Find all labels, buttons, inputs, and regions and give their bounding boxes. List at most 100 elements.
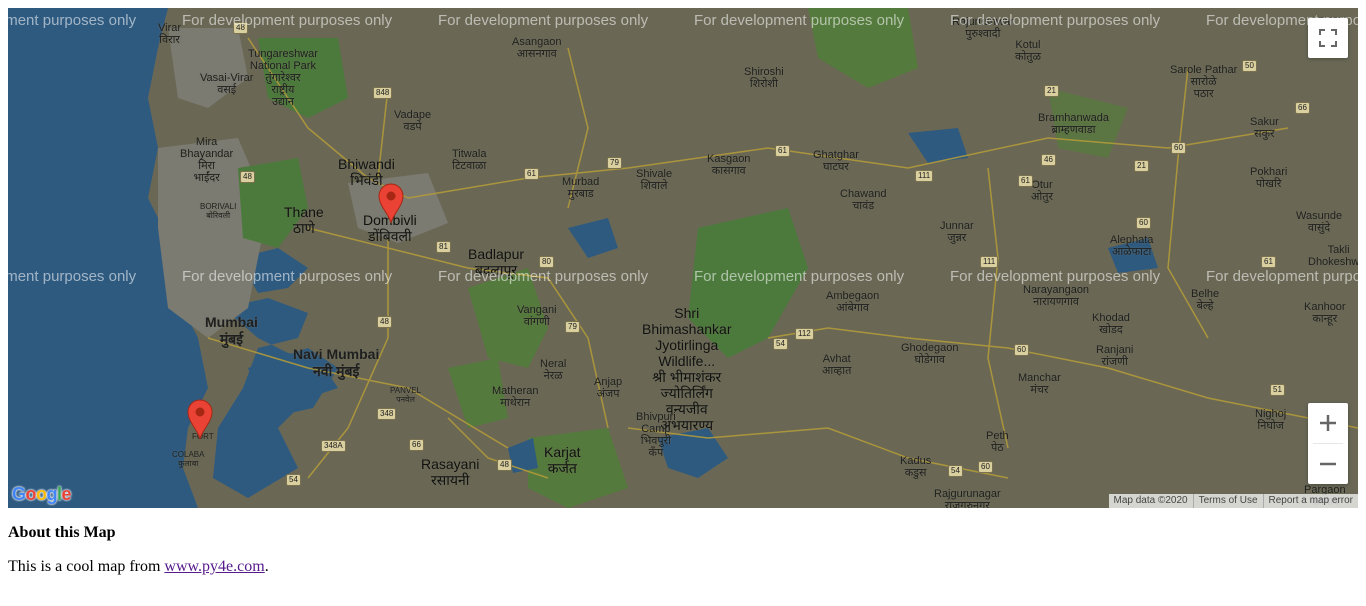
road-shield: 48 — [240, 171, 255, 183]
place-label: Ranjani रांजणी — [1096, 344, 1134, 368]
road-shield: 80 — [539, 256, 554, 268]
road-shield: 54 — [773, 338, 788, 350]
development-watermark: For development purposes only — [8, 12, 137, 29]
road-shield: 60 — [978, 461, 993, 473]
place-label: Anjap अंजप — [594, 376, 623, 400]
place-label: Vadape वडपे — [394, 109, 432, 133]
map-marker-fort[interactable] — [186, 398, 214, 440]
place-label: Matheran माथेरान — [492, 385, 539, 409]
place-label: Ambegaon आंबेगाव — [826, 290, 880, 314]
road-shield: 61 — [775, 145, 790, 157]
place-label: Chawand चावंड — [840, 188, 887, 212]
development-watermark: For development purposes only — [182, 12, 393, 29]
about-heading: About this Map — [8, 524, 116, 541]
road-shield: 61 — [524, 168, 539, 180]
fullscreen-button[interactable] — [1308, 18, 1348, 58]
road-shield: 111 — [980, 256, 999, 268]
place-label: Sarole Pathar सारोळे पठार — [1170, 64, 1238, 100]
map-data-label: Map data ©2020 — [1113, 495, 1188, 506]
plus-icon — [1320, 415, 1336, 431]
road-shield: 848 — [373, 87, 393, 99]
about-text-before: This is a cool map from — [8, 558, 165, 575]
fullscreen-icon — [1319, 29, 1337, 47]
development-watermark: For development purposes only — [694, 12, 905, 29]
place-label: Avhat आव्हात — [822, 353, 852, 377]
report-error-link[interactable]: Report a map error — [1262, 494, 1358, 508]
place-label: Otur ओतुर — [1031, 179, 1054, 203]
place-label: Mumbai मुंबई — [205, 314, 258, 347]
place-label: Kasgaon कासगाव — [707, 153, 751, 177]
road-shield: 61 — [1261, 256, 1276, 268]
road-shield: 79 — [607, 157, 622, 169]
place-label: Shiroshi शिरोशी — [744, 66, 784, 90]
development-watermark: For development purposes only — [1206, 268, 1358, 285]
place-label: Khodad खोडद — [1092, 312, 1130, 336]
zoom-control — [1308, 403, 1348, 484]
py4e-link[interactable]: www.py4e.com — [164, 558, 264, 575]
development-watermark: For development purposes only — [438, 268, 649, 285]
place-label: Nighoj निघोज — [1255, 408, 1287, 432]
road-shield: 48 — [497, 459, 512, 471]
place-label: BORIVALI बोरिवली — [200, 202, 237, 220]
road-shield: 48 — [377, 316, 392, 328]
zoom-in-button[interactable] — [1308, 403, 1348, 443]
place-label: Takli Dhokeshwar — [1308, 244, 1358, 268]
place-label: Murbad मुरबाड — [562, 176, 600, 200]
place-label: Kanhoor कान्हूर — [1304, 301, 1346, 325]
development-watermark: For development purposes only — [950, 12, 1161, 29]
place-label: Manchar मंचर — [1018, 372, 1061, 396]
place-label: COLABA कुलाबा — [172, 450, 205, 468]
road-shield: 348A — [321, 440, 346, 452]
road-shield: 81 — [436, 241, 451, 253]
development-watermark: For development purposes only — [438, 12, 649, 29]
place-label: Kadus कडुस — [900, 455, 932, 479]
place-label: Rasayani रसायनी — [421, 456, 480, 488]
place-label: Narayangaon नारायणगाव — [1023, 284, 1090, 308]
place-label: Neral नेरळ — [540, 358, 567, 382]
place-label: Karjat कर्जत — [544, 444, 581, 476]
road-shield: 348 — [377, 408, 397, 420]
place-label: Ghodegaon घोडेगाव — [901, 342, 959, 366]
place-label: Tungareshwar National Park तुंगारेश्वर र… — [248, 48, 318, 108]
place-label: Ghatghar घाटघर — [813, 149, 859, 173]
minus-icon — [1320, 462, 1336, 466]
place-label: Virar विरार — [158, 22, 182, 46]
place-label: Rajgurunagar राजगुरुनगर — [934, 488, 1001, 508]
road-shield: 50 — [1242, 60, 1257, 72]
development-watermark: For development purposes only — [8, 268, 137, 285]
place-label: Sakur सकुर — [1250, 116, 1279, 140]
road-shield: 66 — [1295, 102, 1310, 114]
map-attribution: Map data ©2020 Terms of Use Report a map… — [1108, 494, 1358, 508]
road-shield: 66 — [409, 439, 424, 451]
road-shield: 112 — [795, 328, 814, 340]
zoom-out-button[interactable] — [1308, 444, 1348, 484]
road-shield: 60 — [1014, 344, 1029, 356]
road-shield: 51 — [1270, 384, 1285, 396]
place-label: Thane ठाणे — [284, 204, 324, 236]
development-watermark: For development purposes only — [950, 268, 1161, 285]
place-label: Asangaon आसनगाव — [512, 36, 562, 60]
place-label: Bramhanwada ब्राम्हणवाडा — [1038, 112, 1109, 136]
road-shield: 60 — [1136, 217, 1151, 229]
development-watermark: For development purposes only — [694, 268, 905, 285]
place-label: Junnar जुन्नर — [940, 220, 974, 244]
place-label: Mira Bhayandar मिरा भाईंदर — [180, 136, 234, 184]
road-shield: 54 — [948, 465, 963, 477]
terms-of-use-link[interactable]: Terms of Use — [1192, 494, 1263, 508]
place-label: Vangani वांगणी — [517, 304, 557, 328]
place-label: Alephata आळेफाटा — [1110, 234, 1154, 258]
place-label: Navi Mumbai नवी मुंबई — [293, 346, 380, 379]
place-label: Shivale शिवाले — [636, 168, 673, 192]
place-label: Pokhari पोखरि — [1250, 166, 1288, 190]
place-label: Wasunde वासुंदे — [1296, 210, 1343, 234]
place-label: Peth पेठ — [986, 430, 1009, 454]
map-marker-dombivli[interactable] — [377, 182, 405, 224]
road-shield: 79 — [565, 321, 580, 333]
place-label: Bhivpuri Camp भिवपुरी कॅंप — [636, 411, 676, 459]
place-label: Titwala टिटवाळा — [452, 148, 487, 172]
google-logo[interactable]: Google — [12, 484, 72, 505]
road-shield: 46 — [1041, 154, 1056, 166]
map-canvas[interactable]: Virar विरार Tungareshwar National Park तु… — [8, 8, 1358, 508]
road-shield: 21 — [1134, 160, 1149, 172]
place-label: Belhe बेल्हे — [1191, 288, 1220, 312]
